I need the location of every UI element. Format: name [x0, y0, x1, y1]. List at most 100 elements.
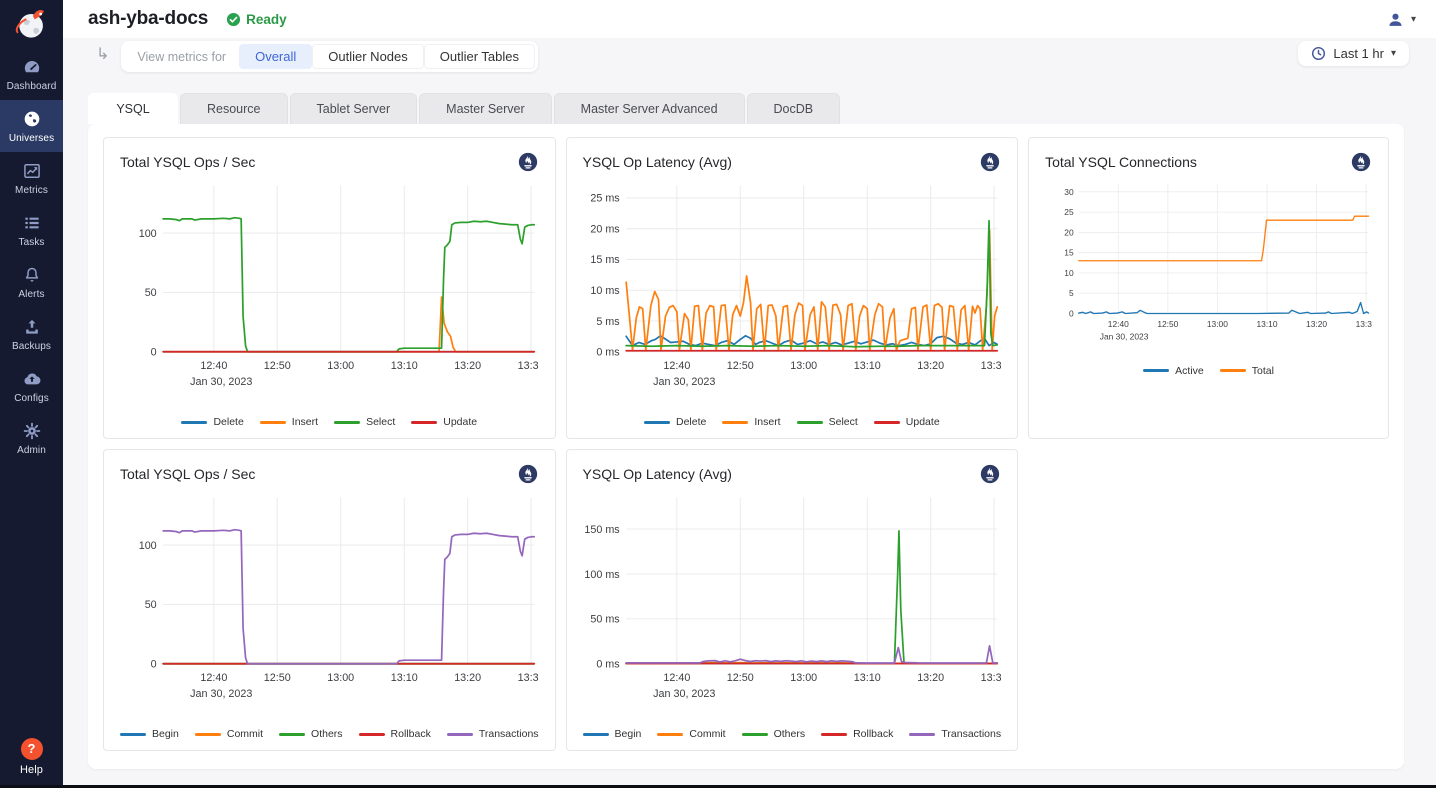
sidebar-item-label: Dashboard: [2, 81, 61, 92]
legend-label: Others: [774, 728, 806, 740]
legend-swatch: [359, 733, 385, 736]
sidebar-item-backups[interactable]: Backups: [0, 308, 63, 360]
legend-item-commit[interactable]: Commit: [195, 728, 263, 740]
legend-item-active[interactable]: Active: [1143, 365, 1204, 377]
sidebar-item-help[interactable]: ? Help: [0, 738, 63, 776]
legend-item-delete[interactable]: Delete: [181, 416, 243, 428]
metric-tab-ysql[interactable]: YSQL: [88, 93, 178, 124]
legend-label: Insert: [292, 416, 318, 428]
legend-swatch: [260, 421, 286, 424]
sidebar-item-label: Universes: [2, 133, 61, 144]
legend-label: Transactions: [479, 728, 539, 740]
svg-text:13:10: 13:10: [391, 672, 418, 684]
series-transactions: [626, 646, 997, 663]
svg-text:13:00: 13:00: [1207, 319, 1228, 329]
legend-item-update[interactable]: Update: [411, 416, 477, 428]
legend-item-select[interactable]: Select: [334, 416, 395, 428]
legend-item-others[interactable]: Others: [742, 728, 806, 740]
legend-label: Active: [1175, 365, 1204, 377]
metric-tab-master-server[interactable]: Master Server: [419, 93, 552, 124]
prometheus-icon[interactable]: [1350, 151, 1372, 173]
chart-title: YSQL Op Latency (Avg): [583, 154, 732, 170]
legend-item-rollback[interactable]: Rollback: [359, 728, 431, 740]
svg-text:10: 10: [1064, 268, 1074, 278]
legend-label: Delete: [213, 416, 243, 428]
time-range-caret-icon: ▾: [1391, 48, 1396, 59]
svg-text:12:40: 12:40: [1108, 319, 1129, 329]
sidebar-item-metrics[interactable]: Metrics: [0, 152, 63, 204]
prometheus-icon[interactable]: [517, 151, 539, 173]
svg-text:12:50: 12:50: [264, 672, 291, 684]
metric-tab-master-server-advanced[interactable]: Master Server Advanced: [554, 93, 745, 124]
legend-label: Insert: [754, 416, 780, 428]
svg-text:13:30: 13:30: [518, 360, 539, 372]
legend-swatch: [657, 733, 683, 736]
svg-text:13:10: 13:10: [853, 360, 880, 372]
prometheus-icon[interactable]: [979, 463, 1001, 485]
legend-item-delete[interactable]: Delete: [644, 416, 706, 428]
scope-tab-overall[interactable]: Overall: [239, 44, 312, 69]
chart-panel-header: Total YSQL Ops / Sec: [120, 151, 539, 173]
prometheus-icon[interactable]: [517, 463, 539, 485]
legend-item-total[interactable]: Total: [1220, 365, 1274, 377]
legend-item-insert[interactable]: Insert: [260, 416, 318, 428]
svg-text:150 ms: 150 ms: [584, 524, 619, 536]
legend-label: Select: [366, 416, 395, 428]
scope-tab-outlier-nodes[interactable]: Outlier Nodes: [312, 44, 423, 69]
metrics-toolbar: ↳ View metrics for OverallOutlier NodesO…: [96, 41, 1409, 72]
chart-plot: 05010012:40Jan 30, 202312:5013:0013:1013…: [120, 177, 539, 412]
sidebar-item-label: Tasks: [2, 237, 61, 248]
metric-tab-resource[interactable]: Resource: [180, 93, 288, 124]
svg-text:13:00: 13:00: [327, 360, 354, 372]
legend-item-others[interactable]: Others: [279, 728, 343, 740]
svg-text:50: 50: [145, 599, 157, 611]
sidebar-item-tasks[interactable]: Tasks: [0, 204, 63, 256]
main-area: ash-yba-docs Ready ▾ ↳ View metrics for: [63, 0, 1436, 788]
chart-svg: 0 ms50 ms100 ms150 ms12:40Jan 30, 202312…: [583, 489, 1002, 724]
sidebar-item-dashboard[interactable]: Dashboard: [0, 48, 63, 100]
legend-item-rollback[interactable]: Rollback: [821, 728, 893, 740]
svg-text:Jan 30, 2023: Jan 30, 2023: [190, 688, 252, 700]
legend-item-update[interactable]: Update: [874, 416, 940, 428]
svg-text:12:50: 12:50: [726, 360, 753, 372]
chart-panel-total-ysql-connections: Total YSQL Connections05101520253012:40J…: [1028, 137, 1389, 439]
svg-text:Jan 30, 2023: Jan 30, 2023: [190, 376, 252, 388]
legend-item-transactions[interactable]: Transactions: [447, 728, 539, 740]
sidebar-item-universes[interactable]: Universes: [0, 100, 63, 152]
svg-text:12:50: 12:50: [1157, 319, 1178, 329]
legend-item-begin[interactable]: Begin: [583, 728, 642, 740]
legend-item-insert[interactable]: Insert: [722, 416, 780, 428]
help-icon: ?: [21, 738, 43, 760]
legend-label: Begin: [152, 728, 179, 740]
svg-text:12:40: 12:40: [200, 360, 227, 372]
svg-text:Jan 30, 2023: Jan 30, 2023: [653, 688, 715, 700]
backups-upload-icon: [2, 317, 61, 337]
chart-panel-total-ysql-ops-sec: Total YSQL Ops / Sec05010012:40Jan 30, 2…: [103, 449, 556, 751]
metrics-chart-icon: [2, 161, 61, 181]
chart-title: Total YSQL Ops / Sec: [120, 466, 255, 482]
svg-text:12:40: 12:40: [663, 672, 690, 684]
time-range-picker[interactable]: Last 1 hr ▾: [1298, 41, 1409, 66]
legend-item-select[interactable]: Select: [797, 416, 858, 428]
metric-tab-docdb[interactable]: DocDB: [747, 93, 841, 124]
legend-item-transactions[interactable]: Transactions: [909, 728, 1001, 740]
sidebar-item-configs[interactable]: Configs: [0, 360, 63, 412]
legend-item-commit[interactable]: Commit: [657, 728, 725, 740]
legend-item-begin[interactable]: Begin: [120, 728, 179, 740]
metric-tab-tablet-server[interactable]: Tablet Server: [290, 93, 418, 124]
user-menu[interactable]: ▾: [1386, 10, 1416, 29]
svg-text:13:30: 13:30: [518, 672, 539, 684]
alerts-bell-icon: [2, 265, 61, 285]
sidebar-item-admin[interactable]: Admin: [0, 412, 63, 464]
svg-text:25: 25: [1064, 207, 1074, 217]
svg-text:12:40: 12:40: [200, 672, 227, 684]
legend-swatch: [722, 421, 748, 424]
prometheus-icon[interactable]: [979, 151, 1001, 173]
svg-text:13:10: 13:10: [1257, 319, 1278, 329]
svg-text:0: 0: [151, 659, 157, 671]
svg-text:13:00: 13:00: [790, 672, 817, 684]
yugabyte-logo-icon[interactable]: [0, 0, 63, 48]
scope-tab-outlier-tables[interactable]: Outlier Tables: [424, 44, 535, 69]
chart-legend: Active Total: [1045, 361, 1372, 383]
sidebar-item-alerts[interactable]: Alerts: [0, 256, 63, 308]
